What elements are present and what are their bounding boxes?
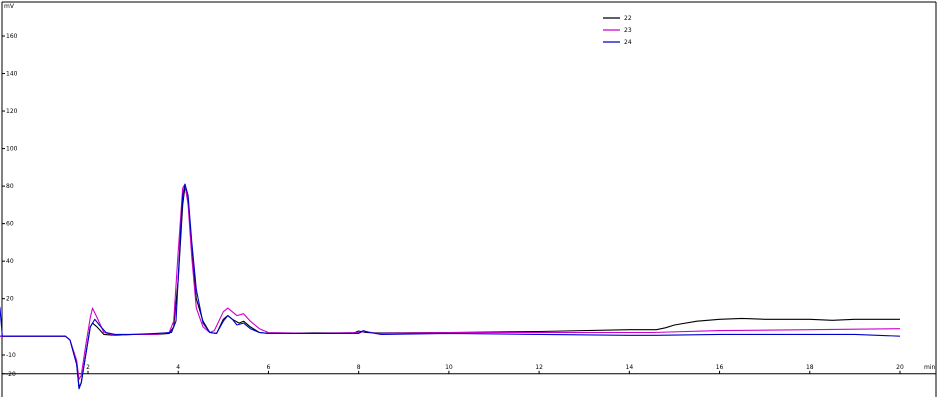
y-tick-label: -20 [6,371,16,378]
y-tick-label: -10 [6,352,16,359]
y-tick-label: 60 [6,221,14,228]
series-layer [0,183,901,390]
x-tick-label: 14 [626,364,634,371]
x-tick-label: 20 [896,364,904,371]
legend-label-23: 23 [624,27,632,34]
x-tick-label: 12 [535,364,543,371]
y-tick-label: 20 [6,296,14,303]
x-tick-label: 10 [445,364,453,371]
series-line-22 [0,185,900,388]
x-tick-label: 8 [357,364,361,371]
y-tick-label: 140 [6,71,18,78]
chart-axes: -20-1020406080100120140160mV2 4 6 8 10 12 14 16… [1,1,937,397]
x-tick-label: 2 [86,364,90,371]
legend-label-22: 22 [624,15,632,22]
x-tick-label: 18 [806,364,814,371]
y-tick-label: 80 [6,183,14,190]
y-tick-label: 100 [6,146,18,153]
series-line-23 [0,183,901,380]
chromatogram-chart: -20-1020406080100120140160mV2 4 6 8 10 12 14 16… [0,1,937,397]
x-tick-label: 6 [267,364,271,371]
x-tick-label: 16 [716,364,724,371]
legend-label-24: 24 [624,39,632,46]
y-axis-label: mV [4,3,15,10]
x-tick-label: 4 [176,364,180,371]
series-line-24 [0,183,901,390]
y-tick-label: 120 [6,108,18,115]
y-tick-label: 160 [6,33,18,40]
y-tick-label: 40 [6,258,14,265]
chart-legend: 22 23 24 [603,15,632,46]
x-axis-label: min [924,364,936,371]
